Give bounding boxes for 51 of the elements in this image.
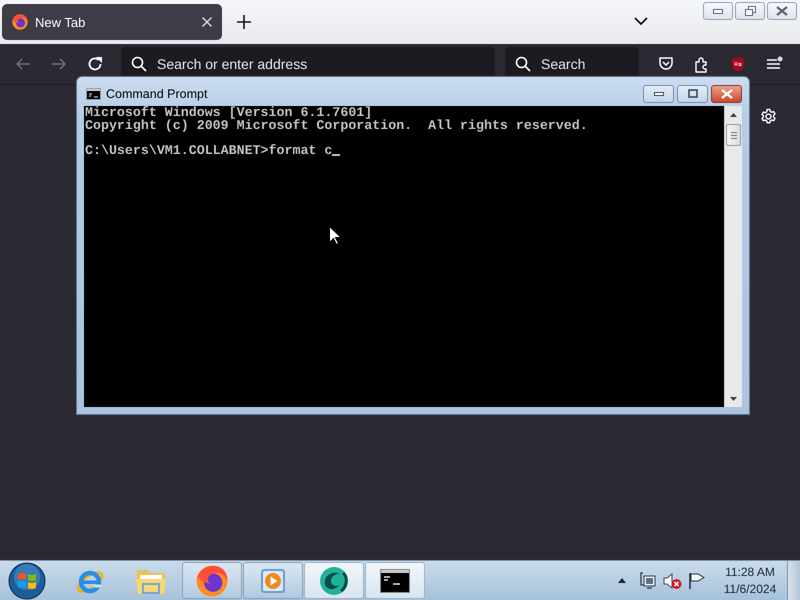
scrollbar-thumb[interactable] (726, 124, 741, 146)
close-icon (776, 6, 788, 16)
search-icon (131, 56, 147, 72)
start-orb-icon (8, 562, 46, 600)
maximize-icon (688, 89, 698, 98)
chevron-down-icon[interactable] (634, 15, 648, 27)
chevron-shield-icon[interactable] (658, 56, 674, 72)
menu-icon[interactable] (766, 56, 783, 72)
command-line: C:\Users\VM1.COLLABNET>format c (85, 144, 332, 158)
console-area[interactable]: Microsoft Windows [Version 6.1.7601] Copyright (c) 2009 Microsoft Corporation. All rights reserved. C:\Users\VM1.COLLABNET>format c (84, 106, 724, 407)
console-output-line: Copyright (c) 2009 Microsoft Corporation. All rights reserved. (85, 120, 588, 132)
close-icon (720, 88, 732, 98)
console-app-icon (86, 88, 101, 100)
flag-icon[interactable] (688, 572, 705, 589)
scrollbar[interactable] (724, 106, 742, 407)
address-input[interactable]: Search or enter address (157, 55, 495, 73)
restore-button[interactable] (735, 2, 765, 20)
minimize-icon (654, 92, 664, 96)
media-play-icon (259, 566, 287, 594)
plus-icon[interactable] (237, 15, 251, 29)
taskbar-button[interactable] (304, 562, 364, 599)
maximize-button[interactable] (677, 84, 708, 102)
fox-logo-icon (196, 564, 228, 596)
text-cursor (332, 154, 340, 156)
mouse-pointer-icon (329, 226, 341, 245)
caret-up-icon[interactable] (618, 578, 626, 583)
close-button[interactable] (767, 2, 797, 20)
shield-icon[interactable] (730, 56, 746, 72)
arrow-up-icon (730, 112, 737, 116)
arrow-down-icon (730, 396, 737, 400)
window-title: Command Prompt (106, 86, 208, 100)
clock-button[interactable]: 11:28 AM 11/6/2024 (717, 564, 783, 598)
start-button[interactable] (7, 562, 47, 600)
console-output-line: Microsoft Windows [Version 6.1.7601] (85, 107, 372, 120)
minimize-icon (713, 8, 723, 14)
console-icon (380, 568, 410, 592)
restore-icon (744, 6, 756, 16)
search-icon (515, 56, 531, 72)
close-button[interactable] (711, 84, 742, 102)
search-input[interactable]: Search (541, 55, 639, 73)
fox-logo-icon (12, 14, 28, 30)
close-icon[interactable] (201, 16, 213, 28)
taskbar-button[interactable] (365, 562, 425, 599)
browser-tab[interactable]: New Tab (2, 4, 222, 40)
reload-icon[interactable] (87, 56, 103, 72)
speaker-icon[interactable] (663, 572, 682, 590)
swirl-orb-icon (317, 564, 351, 596)
minimize-button[interactable] (643, 84, 674, 102)
minimize-button[interactable] (703, 2, 733, 20)
settings-icon[interactable] (760, 108, 777, 125)
network-icon[interactable] (639, 572, 657, 590)
